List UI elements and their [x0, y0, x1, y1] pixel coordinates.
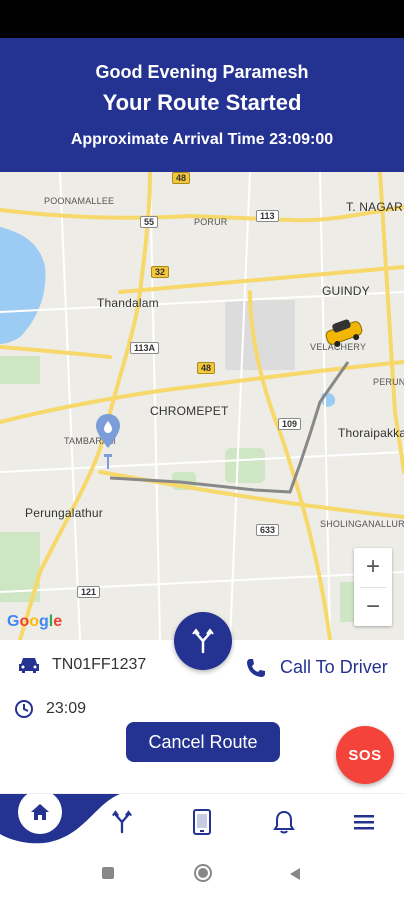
status-bar: [0, 0, 404, 38]
map-label-thandalam: Thandalam: [97, 296, 159, 310]
system-navigation-bar: [0, 849, 404, 900]
call-driver-button[interactable]: Call To Driver: [246, 657, 388, 678]
car-icon: [19, 658, 39, 673]
route-header: Good Evening Paramesh Your Route Started…: [0, 38, 404, 172]
road-shield-113: 113: [256, 210, 279, 222]
home-icon: [31, 804, 49, 820]
map-label-porur: PORUR: [194, 217, 228, 227]
vehicle-number-row: TN01FF1237: [18, 656, 146, 674]
nav-route[interactable]: [100, 794, 144, 850]
road-shield-121: 121: [77, 586, 101, 598]
route-icon: [112, 810, 132, 834]
zoom-control: + −: [354, 548, 392, 626]
nav-menu[interactable]: [342, 794, 386, 850]
road-shield-113a: 113A: [130, 342, 160, 354]
destination-pin-icon[interactable]: [94, 412, 122, 472]
page-title: Your Route Started: [102, 90, 302, 115]
route-fab-button[interactable]: [174, 612, 232, 670]
map-view[interactable]: POONAMALLEE PORUR T. NAGAR Thandalam GUI…: [0, 172, 404, 640]
clock-icon: [15, 700, 33, 718]
sos-button[interactable]: SOS: [336, 726, 394, 784]
greeting-text: Good Evening Paramesh: [95, 62, 309, 82]
call-driver-label: Call To Driver: [280, 657, 388, 677]
map-label-poonamallee: POONAMALLEE: [44, 196, 115, 206]
map-label-perungalathur: Perungalathur: [25, 506, 103, 520]
back-system-button[interactable]: [288, 867, 302, 881]
taxi-icon[interactable]: [322, 318, 366, 348]
home-system-dot: [198, 868, 208, 878]
road-shield-55: 55: [140, 216, 159, 228]
road-shield-633: 633: [256, 524, 280, 536]
home-system-button[interactable]: [194, 864, 212, 882]
road-shield-48: 48: [172, 172, 191, 184]
road-shield-109: 109: [278, 418, 302, 430]
map-label-chromepet: CHROMEPET: [150, 404, 229, 418]
bottom-navigation: [0, 793, 404, 849]
arrival-time-text: Approximate Arrival Time 23:09:00: [70, 131, 334, 148]
road-shield-48b: 48: [197, 362, 216, 374]
nav-home[interactable]: [20, 792, 60, 832]
map-label-sholinganallur: SHOLINGANALLUR: [320, 519, 404, 529]
trip-time: 23:09: [46, 700, 87, 717]
time-row: 23:09: [14, 699, 86, 719]
nav-notifications[interactable]: [262, 794, 306, 850]
cancel-route-button[interactable]: Cancel Route: [126, 722, 280, 762]
map-label-t-nagar: T. NAGAR: [346, 200, 403, 214]
map-label-thoraipakkam: Thoraipakka: [338, 426, 404, 440]
nav-device[interactable]: [180, 794, 224, 850]
route-split-icon: [192, 628, 214, 654]
road-shield-32: 32: [151, 266, 170, 278]
zoom-out-button[interactable]: −: [354, 588, 392, 627]
recent-apps-button[interactable]: [102, 867, 114, 879]
bell-icon: [273, 810, 295, 834]
zoom-in-button[interactable]: +: [354, 548, 392, 587]
phone-icon: [247, 658, 265, 677]
menu-icon: [354, 815, 374, 830]
map-label-guindy: GUINDY: [322, 284, 370, 298]
vehicle-number: TN01FF1237: [52, 656, 147, 673]
map-label-perun: PERUN: [373, 377, 404, 387]
google-logo: Google: [7, 613, 63, 630]
device-icon: [193, 809, 211, 835]
